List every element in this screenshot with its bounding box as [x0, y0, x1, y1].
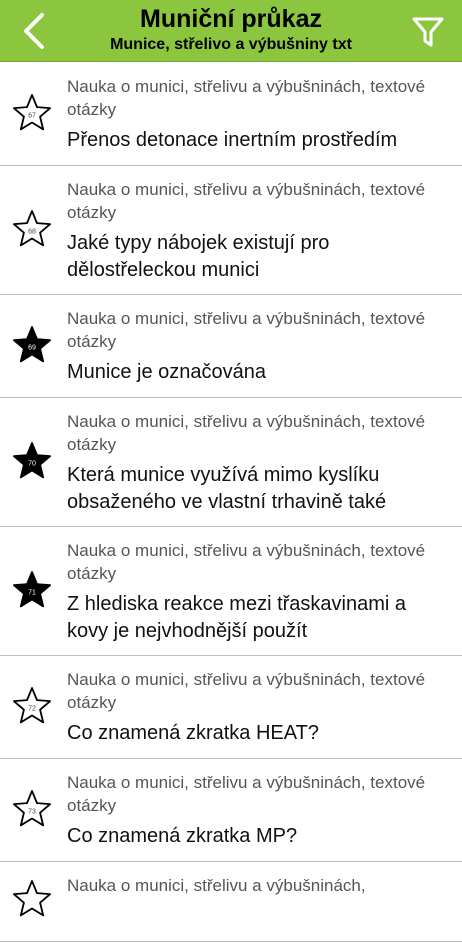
question-category: Nauka o munici, střelivu a výbušninách, … [67, 180, 426, 222]
question-list-item[interactable]: 69 Nauka o munici, střelivu a výbušninách… [0, 295, 462, 398]
app-header: Muniční průkaz Munice, střelivo a výbušn… [0, 0, 462, 62]
question-number: 69 [28, 345, 36, 352]
question-category: Nauka o munici, střelivu a výbušninách, … [67, 412, 426, 454]
question-list-item[interactable]: 70 Nauka o munici, střelivu a výbušninách… [0, 398, 462, 527]
question-number: 67 [28, 113, 36, 120]
star-filled-icon[interactable]: 69 [11, 324, 53, 366]
question-list-item[interactable]: 67 Nauka o munici, střelivu a výbušninách… [0, 63, 462, 166]
question-number: 73 [28, 809, 36, 816]
filter-button[interactable] [406, 10, 450, 54]
question-list-item[interactable]: 71 Nauka o munici, střelivu a výbušninách… [0, 527, 462, 656]
question-category: Nauka o munici, střelivu a výbušninách, … [67, 541, 426, 583]
question-text: Munice je označována [67, 361, 267, 383]
question-number: 72 [28, 706, 36, 713]
header-titles: Muniční průkaz Munice, střelivo a výbušn… [70, 4, 392, 56]
question-list-item[interactable]: 73 Nauka o munici, střelivu a výbušninách… [0, 759, 462, 862]
star-outline-icon[interactable]: 67 [11, 92, 53, 134]
question-text: Co znamená zkratka HEAT? [67, 722, 319, 744]
question-list: 67 Nauka o munici, střelivu a výbušninách… [0, 63, 462, 942]
question-list-item[interactable]: 68 Nauka o munici, střelivu a výbušninách… [0, 166, 462, 295]
question-list-item[interactable]: 72 Nauka o munici, střelivu a výbušninách… [0, 656, 462, 759]
question-text: Jaké typy nábojek existují pro dělostřel… [67, 232, 330, 281]
question-text: Která munice využívá mimo kyslíku obsaže… [67, 464, 387, 513]
star-filled-icon[interactable]: 70 [11, 440, 53, 482]
question-number: 71 [28, 590, 36, 597]
star-outline-icon[interactable]: 72 [11, 685, 53, 727]
back-button[interactable] [12, 8, 56, 54]
question-text: Přenos detonace inertním prostředím [67, 129, 398, 151]
question-category: Nauka o munici, střelivu a výbušninách, … [67, 309, 426, 351]
star-outline-icon[interactable] [11, 878, 53, 920]
chevron-left-icon [24, 13, 44, 49]
star-outline-icon[interactable]: 68 [11, 208, 53, 250]
question-category: Nauka o munici, střelivu a výbušninách, … [67, 773, 426, 815]
star-filled-icon[interactable]: 71 [11, 569, 53, 611]
question-category: Nauka o munici, střelivu a výbušninách, … [67, 77, 426, 119]
question-text: Co znamená zkratka MP? [67, 825, 298, 847]
star-outline-icon[interactable]: 73 [11, 788, 53, 830]
question-number: 70 [28, 461, 36, 468]
filter-icon [412, 17, 444, 47]
page-subtitle: Munice, střelivo a výbušniny txt [110, 36, 352, 53]
question-number: 68 [28, 229, 36, 236]
page-title: Muniční průkaz [140, 5, 322, 33]
question-category: Nauka o munici, střelivu a výbušninách, … [67, 670, 426, 712]
question-list-item[interactable]: Nauka o munici, střelivu a výbušninách, [0, 862, 462, 942]
question-category: Nauka o munici, střelivu a výbušninách, [67, 876, 366, 895]
question-text: Z hlediska reakce mezi třaskavinami a ko… [67, 593, 407, 642]
